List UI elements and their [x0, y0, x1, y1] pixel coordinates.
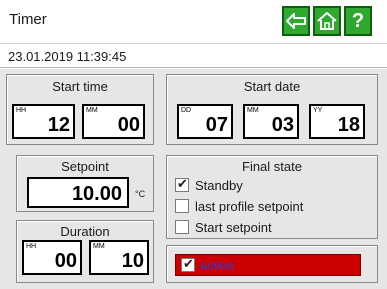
content-area: Start time HH 12 MM 00 Start date DD 07 … — [0, 69, 387, 289]
start-time-hour-field[interactable]: HH 12 — [12, 104, 75, 139]
duration-title: Duration — [60, 224, 110, 239]
checkmark-icon: ✔ — [183, 256, 194, 271]
start-date-month-field[interactable]: MM 03 — [243, 104, 299, 139]
start-time-title: Start time — [52, 79, 108, 94]
final-state-panel: Final state ✔ Standby last profile setpo… — [166, 155, 378, 239]
duration-hour-value: 00 — [54, 250, 77, 272]
help-icon: ? — [351, 10, 365, 32]
month-value: 03 — [271, 114, 294, 136]
title-bar: Timer ? — [0, 0, 387, 44]
active-toggle[interactable]: ✔ active — [175, 254, 361, 276]
start-date-year-field[interactable]: YY 18 — [309, 104, 365, 139]
last-profile-checkbox[interactable] — [175, 199, 189, 213]
duration-hour-field[interactable]: HH 00 — [22, 240, 82, 275]
standby-label: Standby — [195, 177, 243, 193]
datetime-bar: 23.01.2019 11:39:45 — [0, 45, 387, 68]
start-setpoint-label: Start setpoint — [195, 219, 272, 235]
hour-value: 12 — [47, 114, 70, 136]
setpoint-panel: Setpoint 10.00 °C — [16, 155, 154, 212]
start-setpoint-checkbox[interactable] — [175, 220, 189, 234]
day-caption: DD — [181, 107, 192, 114]
duration-minute-value: 10 — [121, 250, 144, 272]
year-value: 18 — [337, 114, 360, 136]
minute-caption: MM — [86, 107, 98, 114]
help-button[interactable]: ? — [344, 6, 372, 36]
setpoint-unit: °C — [135, 189, 146, 199]
setpoint-title: Setpoint — [61, 159, 109, 174]
final-state-option-start-setpoint[interactable]: Start setpoint — [175, 219, 272, 235]
final-state-option-standby[interactable]: ✔ Standby — [175, 176, 243, 193]
start-date-panel: Start date DD 07 MM 03 YY 18 — [166, 74, 378, 145]
year-caption: YY — [313, 107, 323, 114]
timer-screen: Timer ? 23.01.2019 11:39:45 Start time H… — [0, 0, 387, 289]
final-state-option-last-profile[interactable]: last profile setpoint — [175, 198, 303, 214]
minute-value: 00 — [117, 114, 140, 136]
checkmark-icon: ✔ — [177, 176, 188, 191]
start-date-day-field[interactable]: DD 07 — [177, 104, 233, 139]
day-value: 07 — [205, 114, 228, 136]
setpoint-field[interactable]: 10.00 — [27, 177, 129, 208]
month-caption: MM — [247, 107, 259, 114]
standby-checkbox[interactable]: ✔ — [175, 176, 189, 192]
home-icon — [317, 12, 337, 30]
active-checkbox[interactable]: ✔ — [181, 256, 195, 272]
duration-minute-caption: MM — [93, 243, 105, 250]
home-button[interactable] — [313, 6, 341, 36]
start-time-minute-field[interactable]: MM 00 — [82, 104, 145, 139]
back-arrow-icon — [286, 13, 306, 29]
hour-caption: HH — [16, 107, 27, 114]
duration-minute-field[interactable]: MM 10 — [89, 240, 149, 275]
setpoint-value: 10.00 — [71, 183, 122, 205]
active-panel: ✔ active — [166, 245, 378, 283]
last-profile-label: last profile setpoint — [195, 198, 304, 214]
page-title: Timer — [9, 11, 47, 28]
back-button[interactable] — [282, 6, 310, 36]
active-label: active — [200, 258, 234, 273]
final-state-title: Final state — [242, 159, 302, 174]
current-datetime: 23.01.2019 11:39:45 — [8, 49, 127, 64]
duration-panel: Duration HH 00 MM 10 — [16, 220, 154, 283]
start-time-panel: Start time HH 12 MM 00 — [6, 74, 154, 145]
start-date-title: Start date — [243, 79, 301, 94]
duration-hour-caption: HH — [26, 243, 37, 250]
